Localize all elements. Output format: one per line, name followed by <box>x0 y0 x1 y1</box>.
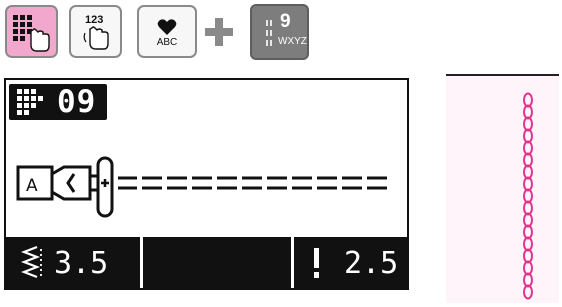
numeric-mode-key[interactable]: 123 <box>69 5 122 58</box>
zigzag-width-icon <box>20 245 42 279</box>
dial-letters: WXYZ <box>278 36 307 47</box>
dial-digit: 9 <box>280 11 291 32</box>
dial-bars-icon <box>270 20 272 50</box>
decorative-stitch-preview <box>523 92 533 300</box>
lcd-display: 09 A 3.5 2.5 <box>4 78 409 290</box>
pattern-grid-hand-icon <box>13 15 50 52</box>
stitch-preview-panel <box>446 74 559 303</box>
character-key-label: ABC <box>156 37 178 48</box>
foot-letter-icon: A <box>26 176 38 196</box>
dial-bars-icon <box>266 20 268 50</box>
straight-stitch-length-icon <box>314 248 319 278</box>
presser-foot-stitch-graphic: A <box>16 156 387 218</box>
pattern-number: 09 <box>57 84 97 120</box>
hand-pointer-icon <box>83 26 109 50</box>
divider <box>140 237 143 288</box>
pattern-number-badge: 09 <box>9 84 107 120</box>
stitch-width-cell: 3.5 <box>6 243 141 282</box>
plus-icon <box>205 18 233 46</box>
character-mode-key[interactable]: ABC <box>137 5 197 58</box>
stitch-width-value: 3.5 <box>54 246 109 281</box>
pattern-mode-key[interactable] <box>5 5 58 58</box>
stitch-length-cell: 2.5 <box>294 243 407 282</box>
stitch-length-value: 2.5 <box>344 246 399 281</box>
number-dial-key[interactable]: 9 WXYZ <box>250 4 309 60</box>
pattern-grid-icon <box>17 89 43 115</box>
stitch-settings-bar: 3.5 2.5 <box>6 237 407 288</box>
heart-icon <box>157 19 177 35</box>
